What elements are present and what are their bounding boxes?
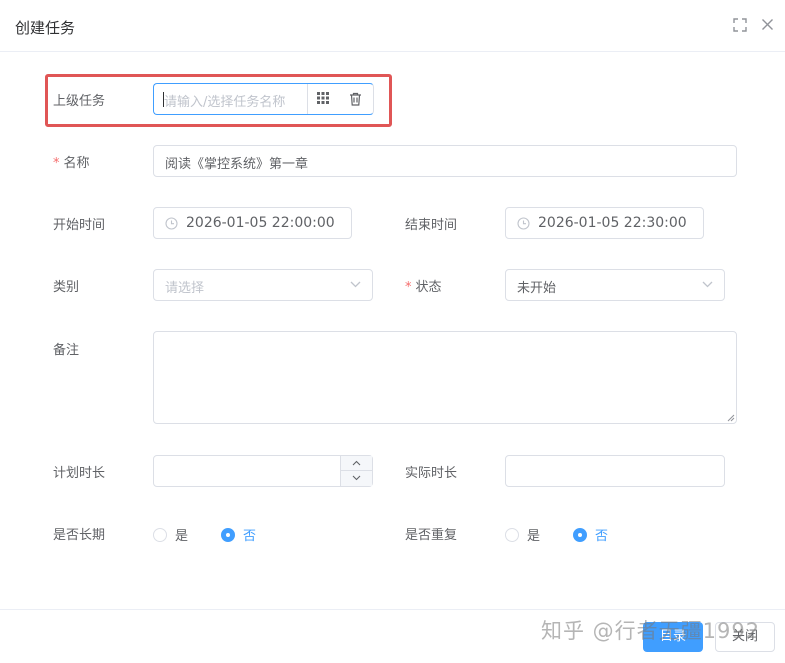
end-time-picker[interactable]: 2026-01-05 22:30:00 (505, 207, 704, 239)
end-time-label: 结束时间 (405, 218, 458, 233)
chevron-down-icon (352, 475, 361, 481)
radio-circle (153, 527, 167, 542)
start-time-picker[interactable]: 2026-01-05 22:00:00 (153, 207, 352, 239)
radio-label: 否 (595, 529, 609, 544)
parent-task-placeholder: 请输入/选择任务名称 (164, 95, 286, 110)
select-task-button[interactable] (307, 84, 337, 114)
category-select[interactable]: 请选择 (153, 269, 373, 301)
radio-label: 是 (527, 529, 541, 544)
clock-icon (517, 217, 530, 230)
long-term-yes-radio[interactable]: 是 (153, 525, 188, 544)
chevron-up-icon (352, 460, 361, 466)
resize-handle-icon[interactable] (727, 414, 735, 422)
increase-button[interactable] (341, 456, 373, 471)
chevron-down-icon (350, 281, 361, 288)
long-term-no-radio[interactable]: 否 (221, 525, 256, 544)
fullscreen-icon[interactable] (733, 18, 749, 34)
category-label: 类别 (53, 280, 80, 295)
status-select[interactable]: 未开始 (505, 269, 725, 301)
dialog-header: 创建任务 (0, 0, 785, 52)
radio-circle (505, 527, 519, 542)
name-value: 阅读《掌控系统》第一章 (165, 157, 309, 172)
planned-duration-label: 计划时长 (53, 466, 106, 481)
is-repeat-label: 是否重复 (405, 528, 458, 543)
required-mark: * (53, 156, 60, 171)
end-time-value: 2026-01-05 22:30:00 (538, 215, 687, 231)
repeat-yes-radio[interactable]: 是 (505, 525, 540, 544)
radio-circle-checked (221, 527, 235, 542)
radio-label: 否 (243, 529, 257, 544)
remark-textarea[interactable] (153, 331, 737, 424)
decrease-button[interactable] (341, 471, 373, 486)
clock-icon (165, 217, 178, 230)
start-time-value: 2026-01-05 22:00:00 (186, 215, 335, 231)
status-label-text: 状态 (415, 280, 442, 295)
remark-label: 备注 (53, 343, 80, 358)
close-icon[interactable] (761, 18, 777, 34)
category-placeholder: 请选择 (165, 281, 205, 296)
watermark-text: 知乎 @行者无疆1992 (541, 619, 761, 643)
required-mark: * (405, 280, 412, 295)
radio-label: 是 (175, 529, 189, 544)
name-label-text: 名称 (63, 156, 90, 171)
actual-duration-label: 实际时长 (405, 466, 458, 481)
name-input[interactable]: 阅读《掌控系统》第一章 (153, 145, 737, 177)
trash-icon (350, 92, 361, 106)
status-label: * 状态 (405, 276, 442, 295)
is-long-term-label: 是否长期 (53, 528, 106, 543)
clear-task-button[interactable] (340, 84, 372, 114)
actual-duration-input[interactable] (505, 455, 725, 487)
radio-circle-checked (573, 527, 587, 542)
parent-task-label: 上级任务 (53, 94, 106, 109)
chevron-down-icon (702, 281, 713, 288)
repeat-no-radio[interactable]: 否 (573, 525, 608, 544)
number-stepper (340, 456, 373, 486)
status-value: 未开始 (517, 281, 557, 296)
dialog-title: 创建任务 (15, 19, 76, 37)
planned-duration-input[interactable] (153, 455, 373, 487)
create-task-dialog: 创建任务 上级任务 请输入/选择任务名称 * 名称 阅读《掌控系统》第一章 开始… (0, 0, 785, 663)
start-time-label: 开始时间 (53, 218, 106, 233)
name-label: * 名称 (53, 152, 90, 171)
grid-icon (317, 92, 329, 104)
